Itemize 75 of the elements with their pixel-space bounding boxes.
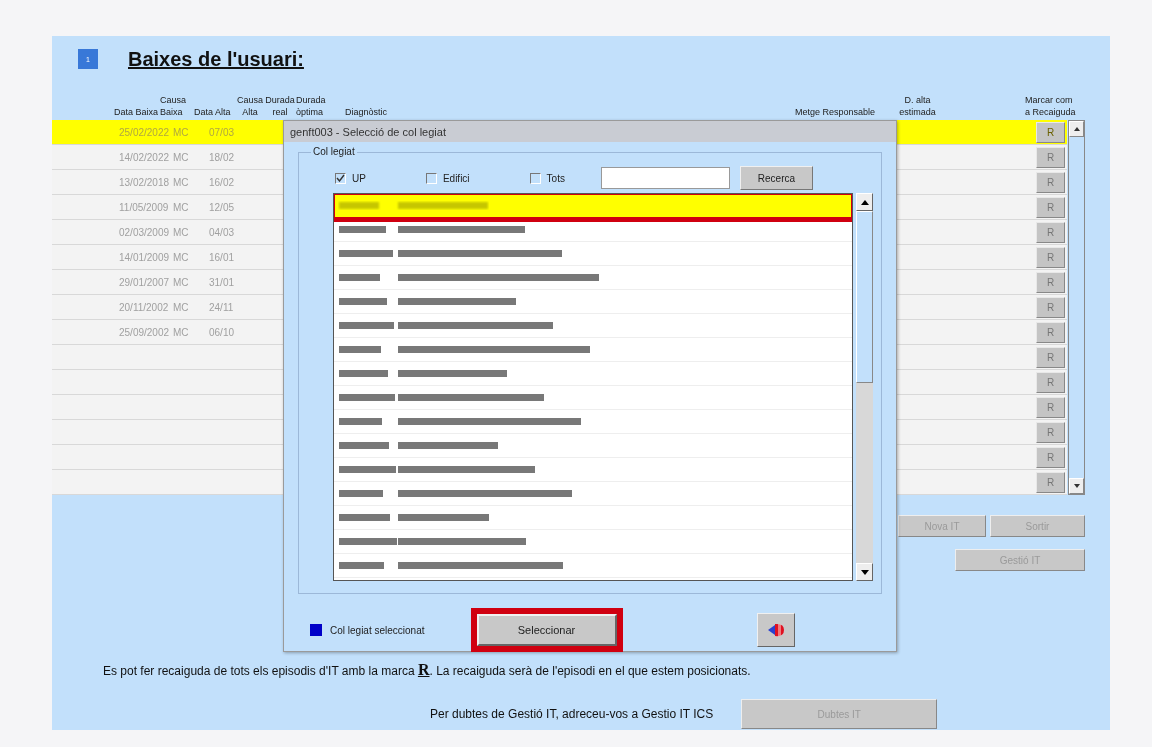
table-cell-text: MC bbox=[172, 251, 190, 263]
relapse-button[interactable]: R bbox=[1036, 221, 1065, 243]
table-cell: 29/01/2007 bbox=[119, 276, 169, 288]
relapse-button[interactable]: R bbox=[1036, 471, 1065, 493]
dialog-title: genft003 - Selecció de col legiat bbox=[290, 125, 446, 138]
group-label: Col legiat bbox=[311, 146, 357, 157]
relapse-button[interactable]: R bbox=[1036, 196, 1065, 218]
table-cell: 25/02/2022 bbox=[119, 126, 169, 138]
column-header: Causa Baixa bbox=[160, 94, 187, 118]
up-arrow-icon bbox=[1072, 126, 1081, 132]
relapse-button[interactable]: R bbox=[1036, 421, 1065, 443]
scroll-up-button[interactable] bbox=[856, 193, 873, 211]
table-cell-text: 31/01 bbox=[209, 276, 236, 288]
column-header: Marcar com a Recaiguda bbox=[1025, 94, 1077, 118]
checkbox[interactable]: Edifici bbox=[425, 172, 470, 184]
relapse-button[interactable]: R bbox=[1036, 296, 1065, 318]
relapse-button[interactable]: R bbox=[1036, 171, 1065, 193]
up-arrow-icon bbox=[860, 199, 869, 205]
relapse-button[interactable]: R bbox=[1036, 346, 1065, 368]
table-cell: 14/02/2022 bbox=[119, 151, 169, 163]
exit-button[interactable] bbox=[756, 613, 795, 647]
table-cell-text: 04/03 bbox=[209, 226, 236, 238]
legend-swatch bbox=[310, 624, 322, 636]
table-cell-text: 24/11 bbox=[209, 301, 235, 313]
table-cell-text: MC bbox=[172, 176, 190, 188]
check-icon bbox=[336, 174, 345, 182]
scrollbar[interactable] bbox=[1068, 120, 1085, 495]
search-button[interactable]: Recerca bbox=[739, 166, 813, 190]
table-cell-text: MC bbox=[172, 226, 190, 238]
section-title: Baixes de l'usuari: bbox=[128, 47, 304, 71]
relapse-button[interactable]: R bbox=[1036, 246, 1065, 268]
down-arrow-icon bbox=[860, 569, 869, 575]
column-header: Data Baixa bbox=[114, 106, 160, 118]
table-cell-text: 18/02 bbox=[209, 151, 236, 163]
help-text: Per dubtes de Gestió IT, adreceu-vos a Gestio IT ICS bbox=[430, 707, 714, 721]
table-cell: 11/05/2009 bbox=[119, 201, 169, 213]
table-cell: 13/02/2018 bbox=[119, 176, 169, 188]
table-cell-text: MC bbox=[172, 276, 190, 288]
legend-label: Col legiat seleccionat bbox=[330, 624, 425, 636]
search-field[interactable] bbox=[600, 167, 730, 189]
column-header: Causa Alta bbox=[236, 94, 264, 118]
column-header: Durada òptima bbox=[296, 94, 327, 118]
relapse-button[interactable]: R bbox=[1036, 446, 1065, 468]
column-header: D. alta estimada bbox=[898, 94, 937, 118]
table-cell: 02/03/2009 bbox=[119, 226, 169, 238]
relapse-button[interactable]: R bbox=[1036, 371, 1065, 393]
info-text: Es pot fer recaiguda de tots els episodis d'IT amb la marca R. La recaiguda serà de l'episodi en el que estem posicionats. bbox=[103, 661, 752, 679]
table-cell-text: MC bbox=[172, 326, 190, 338]
relapse-button[interactable]: R bbox=[1036, 396, 1065, 418]
table-cell-text: 16/02 bbox=[209, 176, 236, 188]
table-cell-text: 07/03 bbox=[209, 126, 236, 138]
select-button[interactable]: Seleccionar bbox=[476, 614, 617, 646]
table-cell-text: 12/05 bbox=[209, 201, 236, 213]
column-header: Metge Responsable bbox=[795, 106, 877, 118]
checkbox[interactable]: Tots bbox=[529, 172, 565, 184]
table-cell-text: MC bbox=[172, 301, 190, 313]
column-header: Data Alta bbox=[194, 106, 232, 118]
table-cell-text: 16/01 bbox=[209, 251, 236, 263]
down-arrow-icon bbox=[1072, 483, 1081, 489]
column-header: Diagnòstic bbox=[345, 106, 389, 118]
relapse-button[interactable]: R bbox=[1036, 121, 1065, 143]
relapse-button[interactable]: R bbox=[1036, 321, 1065, 343]
table-cell: 25/09/2002 bbox=[119, 326, 169, 338]
scroll-thumb[interactable] bbox=[856, 211, 873, 383]
table-cell-text: MC bbox=[172, 201, 190, 213]
table-cell: 14/01/2009 bbox=[119, 251, 169, 263]
table-cell: 20/11/2002 bbox=[119, 301, 169, 313]
table-cell-text: 06/10 bbox=[209, 326, 236, 338]
table-cell-text: MC bbox=[172, 126, 190, 138]
relapse-button[interactable]: R bbox=[1036, 271, 1065, 293]
column-header: Durada real bbox=[264, 94, 296, 118]
relapse-button[interactable]: R bbox=[1036, 146, 1065, 168]
table-cell-text: MC bbox=[172, 151, 190, 163]
scroll-down-button[interactable] bbox=[856, 563, 873, 581]
checkbox[interactable]: UP bbox=[335, 172, 366, 184]
